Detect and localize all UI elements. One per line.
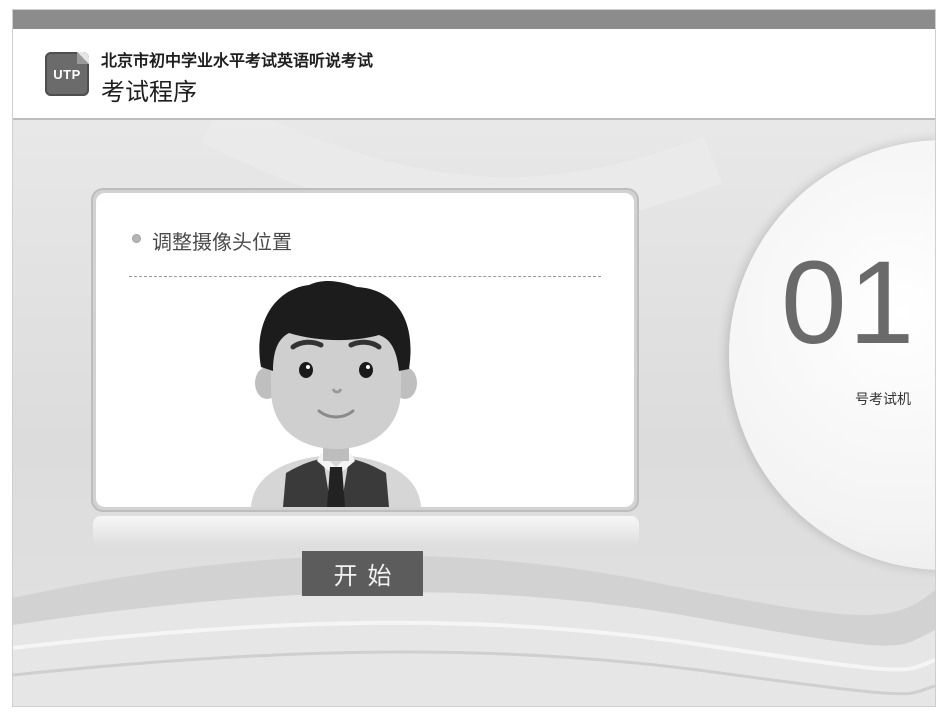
start-button[interactable]: 开始 [302,551,423,596]
card-reflection [93,516,639,546]
seat-label: 号考试机 [855,392,911,408]
step-bullet-icon [133,235,140,242]
exam-title: 北京市初中学业水平考试英语听说考试 [101,51,374,70]
student-avatar-icon [251,281,421,507]
page-title: 考试程序 [101,78,197,106]
step-title: 调整摄像头位置 [152,230,292,254]
seat-number: 01 [781,237,917,369]
window-top-strip [13,10,935,29]
dashed-divider [129,276,601,277]
utp-logo-icon: UTP [45,52,89,96]
main-content: 调整摄像头位置 开始 01 号考试机 [13,120,935,706]
app-window: UTP 北京市初中学业水平考试英语听说考试 考试程序 调整摄像头位置 开始 01… [13,10,935,706]
step-card: 调整摄像头位置 [96,193,634,507]
app-header: UTP 北京市初中学业水平考试英语听说考试 考试程序 [13,29,935,120]
